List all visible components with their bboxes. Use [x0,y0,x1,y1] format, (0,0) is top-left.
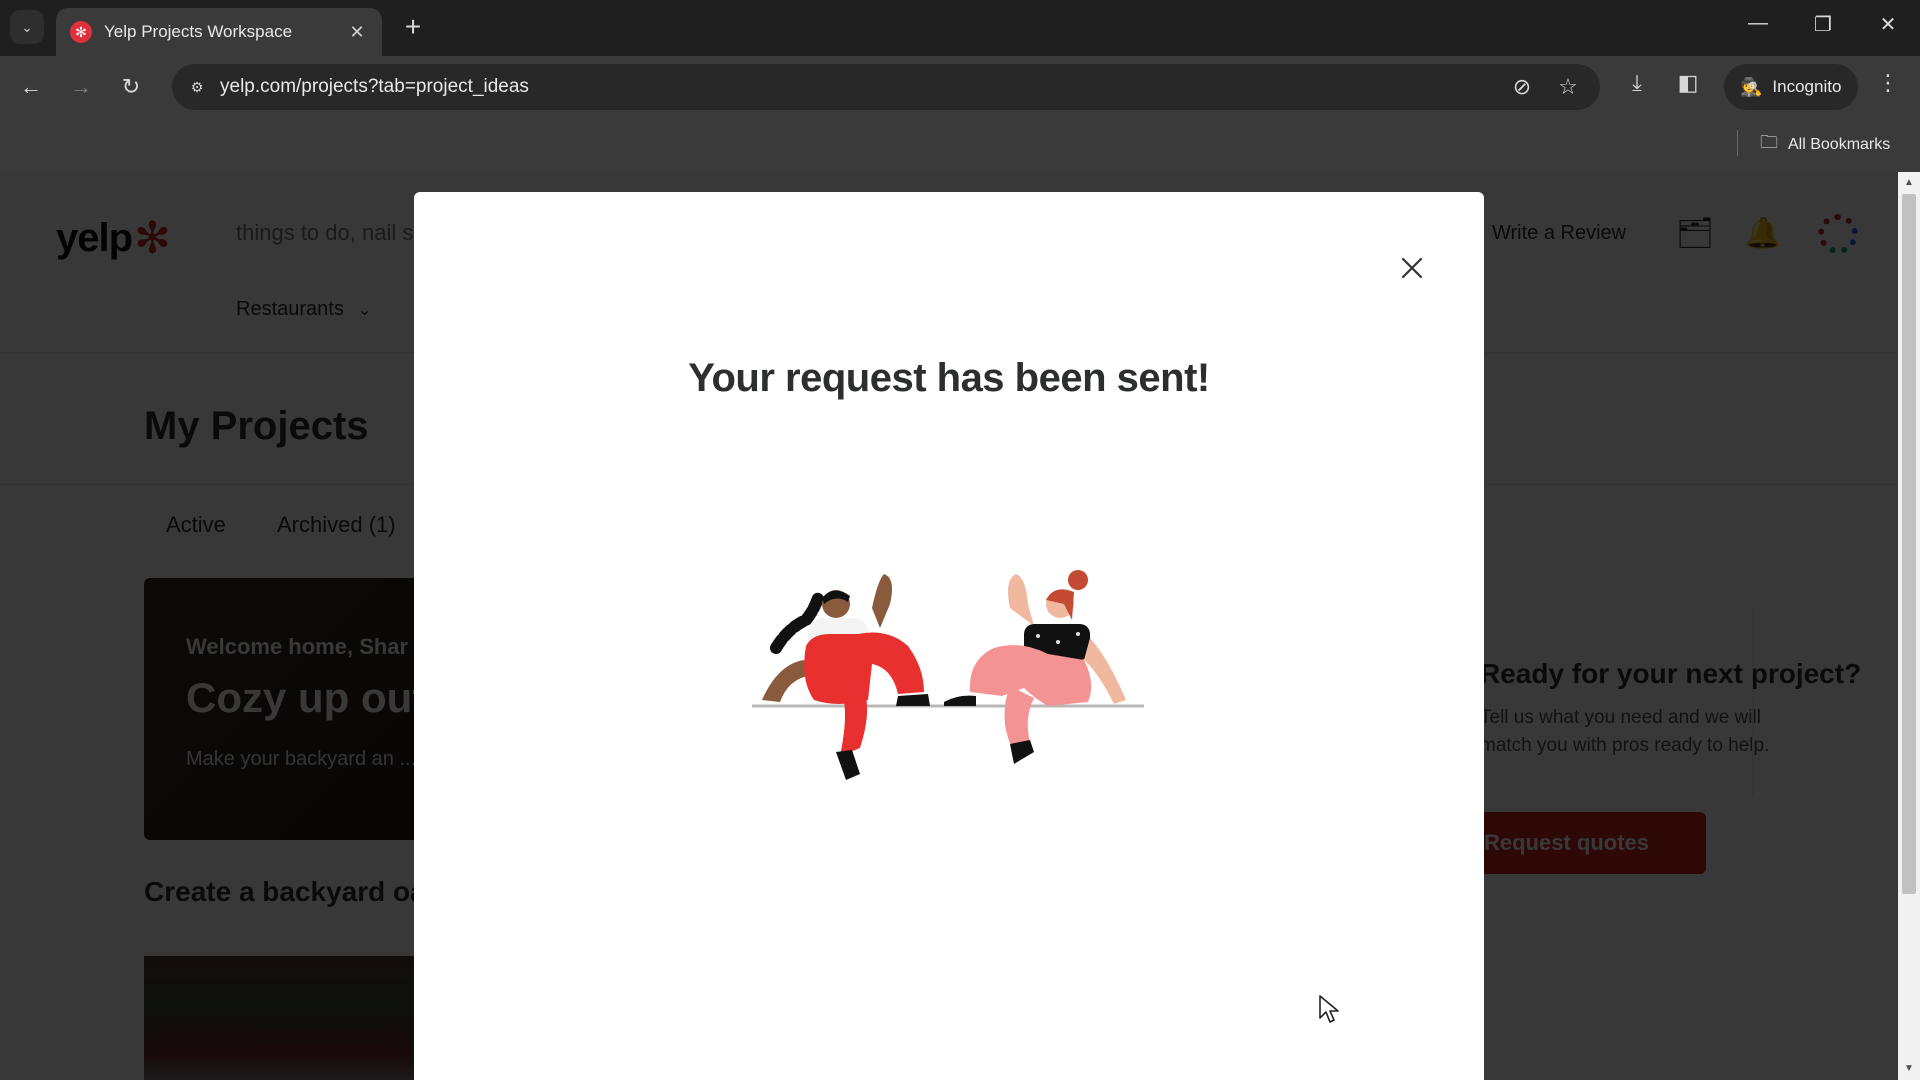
minimize-icon[interactable]: — [1738,12,1778,35]
tab-title: Yelp Projects Workspace [104,22,293,41]
restore-icon[interactable]: ❐ [1803,12,1843,37]
folder-icon: 🗀 [1760,132,1778,152]
all-bookmarks-label: All Bookmarks [1788,136,1891,153]
browser-toolbar: ← → ↻ ⚙ yelp.com/projects?tab=project_id… [0,56,1920,116]
modal-close-button[interactable] [1392,248,1432,288]
forward-icon[interactable]: → [64,70,98,104]
two-people-waving-illustration [752,570,1144,780]
all-bookmarks-button[interactable]: 🗀 All Bookmarks [1760,130,1890,160]
incognito-badge[interactable]: 🕵 Incognito [1724,64,1858,110]
modal-title: Your request has been sent! [688,356,1210,400]
chevron-down-icon: ⌄ [21,18,33,35]
back-icon[interactable]: ← [14,70,48,104]
browser-tabstrip: ⌄ ✻ Yelp Projects Workspace ✕ + — ❐ ✕ [0,0,1920,56]
tab-close-icon[interactable]: ✕ [346,22,368,43]
right-person-figure [944,570,1126,764]
scrollbar-thumb[interactable] [1902,194,1916,894]
page-scrollbar[interactable]: ▲ ▼ [1898,172,1920,1080]
side-panel-icon[interactable]: ◧ [1672,70,1704,96]
download-icon[interactable]: ⤓ [1621,70,1653,96]
tab-search-button[interactable]: ⌄ [10,10,44,44]
close-icon [1401,257,1423,279]
site-info-icon[interactable]: ⚙ [182,72,212,102]
window-close-icon[interactable]: ✕ [1868,12,1908,37]
url-text[interactable]: yelp.com/projects?tab=project_ideas [220,76,529,98]
incognito-label: Incognito [1772,77,1842,96]
new-tab-button[interactable]: + [398,12,428,42]
scroll-down-arrow-icon[interactable]: ▼ [1898,1060,1920,1078]
page-viewport: yelp ✻ things to do, nail salons, plumbe… [0,172,1898,1080]
incognito-icon: 🕵 [1740,76,1763,97]
bookmark-star-icon[interactable]: ☆ [1554,74,1582,100]
browser-menu-icon[interactable]: ⋮ [1876,70,1900,96]
browser-tab-active[interactable]: ✻ Yelp Projects Workspace ✕ [56,8,382,56]
bookmarks-separator [1737,130,1738,156]
left-person-figure [762,574,930,780]
eye-off-icon[interactable]: ⊘ [1508,74,1536,100]
address-bar[interactable]: ⚙ yelp.com/projects?tab=project_ideas ⊘ … [172,64,1600,110]
scroll-up-arrow-icon[interactable]: ▲ [1898,174,1920,192]
yelp-favicon-icon: ✻ [70,21,92,43]
mouse-cursor-icon [1319,995,1339,1023]
bookmarks-bar: 🗀 All Bookmarks [0,116,1920,172]
request-sent-modal: Your request has been sent! [414,192,1484,1080]
reload-icon[interactable]: ↻ [114,70,148,104]
